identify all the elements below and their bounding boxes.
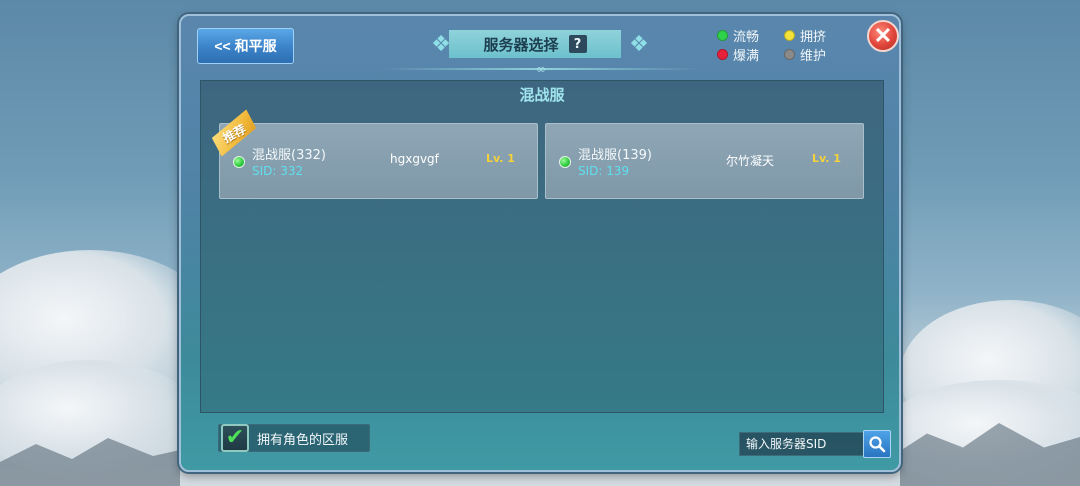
close-button[interactable]: ✕ bbox=[867, 20, 899, 52]
status-dot-green-icon bbox=[233, 156, 245, 168]
status-dot-red-icon bbox=[717, 49, 728, 60]
server-sid-input[interactable] bbox=[739, 432, 865, 456]
status-legend-left: 流畅 爆满 bbox=[717, 26, 759, 64]
player-name: 尔竹凝天 bbox=[726, 154, 775, 168]
player-level: Lv. 1 bbox=[486, 152, 515, 165]
search-button[interactable] bbox=[863, 430, 891, 458]
close-icon: ✕ bbox=[873, 23, 893, 48]
status-dot-yellow-icon bbox=[784, 30, 795, 41]
help-icon[interactable]: ? bbox=[568, 35, 587, 53]
legend-item-crowded: 拥挤 bbox=[784, 26, 826, 45]
back-button-label: << 和平服 bbox=[214, 38, 277, 54]
legend-label: 拥挤 bbox=[800, 30, 827, 45]
server-sid: SID: 139 bbox=[578, 164, 630, 178]
legend-item-full: 爆满 bbox=[717, 45, 759, 64]
player-name: hgxgvgf bbox=[390, 152, 439, 166]
status-dot-green-icon bbox=[717, 30, 728, 41]
player-level: Lv. 1 bbox=[812, 152, 841, 165]
legend-label: 维护 bbox=[800, 49, 827, 64]
server-card[interactable]: 混战服(332) SID: 332 hgxgvgf Lv. 1 推荐 bbox=[219, 123, 538, 199]
back-button[interactable]: << 和平服 bbox=[197, 28, 294, 64]
server-name: 混战服(139) bbox=[578, 148, 652, 163]
legend-item-smooth: 流畅 bbox=[717, 26, 759, 45]
checkmark-icon: ✔ bbox=[225, 425, 245, 450]
status-dot-green-icon bbox=[559, 156, 571, 168]
legend-label: 流畅 bbox=[733, 30, 760, 45]
search-icon bbox=[869, 436, 886, 453]
owned-roles-label: 拥有角色的区服 bbox=[257, 432, 349, 448]
owned-roles-checkbox[interactable]: ✔ bbox=[221, 424, 249, 452]
server-card[interactable]: 混战服(139) SID: 139 尔竹凝天 Lv. 1 bbox=[545, 123, 864, 199]
title-bar: 服务器选择 ? bbox=[449, 30, 621, 58]
status-legend-right: 拥挤 维护 bbox=[784, 26, 826, 64]
server-select-panel: << 和平服 ❖ 服务器选择 ? ❖ ∞ 流畅 爆满 拥挤 维护 ✕ 混战服 混… bbox=[179, 14, 901, 472]
legend-item-maintenance: 维护 bbox=[784, 45, 826, 64]
owned-roles-filter[interactable]: ✔ 拥有角色的区服 bbox=[218, 424, 370, 452]
legend-label: 爆满 bbox=[733, 49, 760, 64]
title-ornament-right-icon: ❖ bbox=[629, 31, 649, 57]
server-sid: SID: 332 bbox=[252, 164, 304, 178]
status-dot-gray-icon bbox=[784, 49, 795, 60]
page-title: 服务器选择 bbox=[483, 35, 559, 54]
title-knot-icon: ∞ bbox=[536, 62, 546, 76]
server-name: 混战服(332) bbox=[252, 148, 326, 163]
section-title: 混战服 bbox=[519, 86, 565, 104]
